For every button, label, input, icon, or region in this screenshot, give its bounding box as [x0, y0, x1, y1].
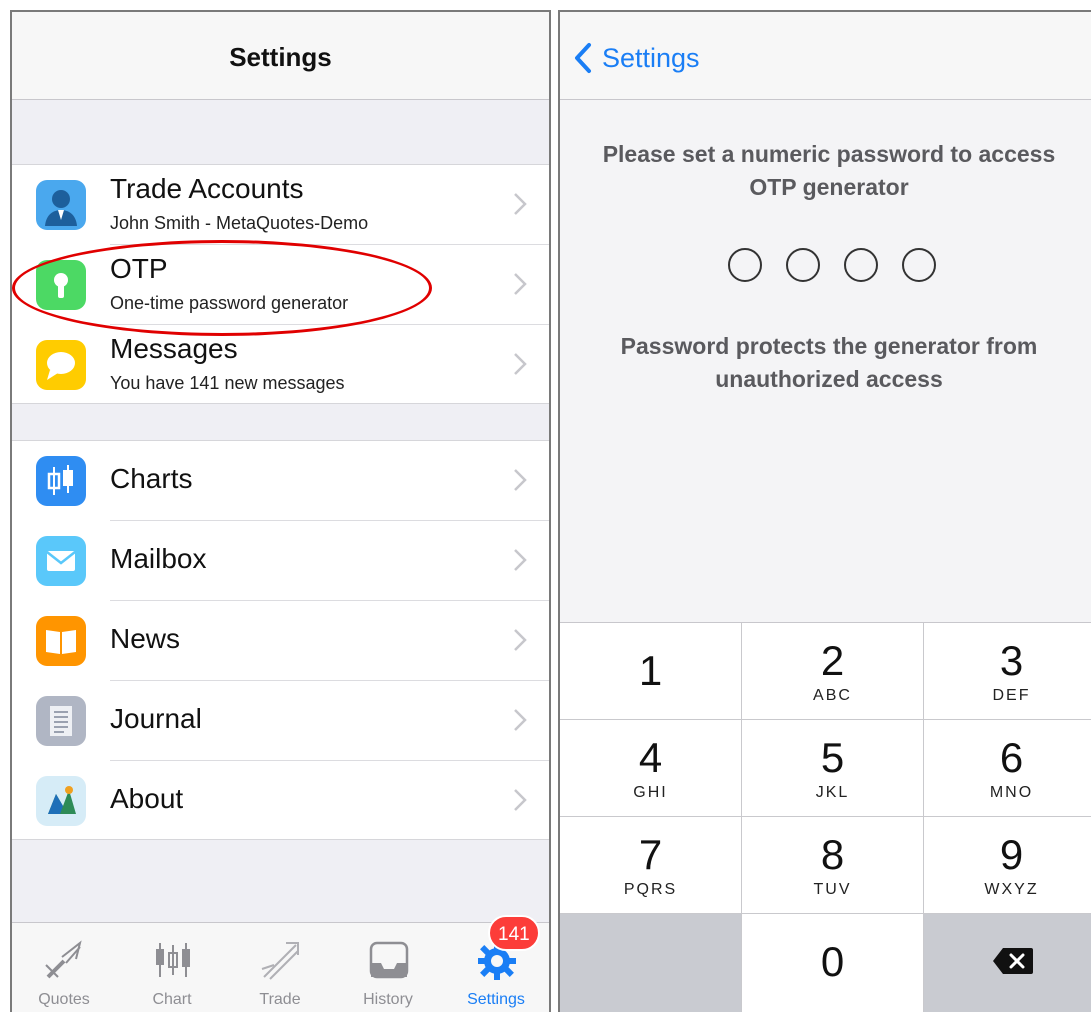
row-subtitle: One-time password generator — [110, 293, 349, 313]
passcode-dot — [902, 248, 936, 282]
key-9[interactable]: 9 WXYZ — [924, 817, 1091, 914]
row-title: News — [110, 623, 181, 654]
row-title: About — [110, 783, 184, 814]
nav-bar: Settings — [12, 12, 549, 100]
back-label: Settings — [602, 42, 700, 73]
key-blank — [560, 914, 742, 1012]
inbox-tray-icon — [369, 941, 409, 979]
row-subtitle: John Smith - MetaQuotes-Demo — [110, 213, 369, 233]
settings-row-mailbox[interactable]: Mailbox — [12, 521, 549, 601]
key-8[interactable]: 8 TUV — [742, 817, 924, 914]
quotes-arrows-icon — [45, 940, 82, 979]
account-group: Trade Accounts John Smith - MetaQuotes-D… — [12, 164, 549, 404]
row-title: Messages — [110, 333, 238, 364]
document-icon — [36, 696, 86, 746]
passcode-dots — [728, 248, 936, 282]
otp-password-screen: Settings Please set a numeric password t… — [558, 10, 1091, 1012]
settings-row-messages[interactable]: Messages You have 141 new messages — [12, 325, 549, 405]
tab-quotes[interactable]: Quotes — [14, 923, 114, 1012]
candlestick-icon — [156, 943, 190, 977]
settings-row-news[interactable]: News — [12, 601, 549, 681]
envelope-icon — [36, 536, 86, 586]
row-title: Journal — [110, 703, 202, 734]
tab-label: History — [363, 991, 413, 1008]
tab-chart[interactable]: Chart — [122, 923, 222, 1012]
tab-label: Settings — [467, 991, 525, 1008]
speech-bubble-icon — [36, 340, 86, 390]
chevron-right-icon — [514, 629, 527, 651]
password-prompt: Please set a numeric password to access … — [602, 141, 1056, 200]
trend-arrow-icon — [261, 942, 299, 980]
row-title: OTP — [110, 253, 168, 284]
passcode-dot — [786, 248, 820, 282]
settings-row-journal[interactable]: Journal — [12, 681, 549, 761]
row-title: Charts — [110, 463, 193, 494]
key-1[interactable]: 1 — [560, 623, 742, 720]
tab-history[interactable]: History — [338, 923, 438, 1012]
person-icon — [36, 180, 86, 230]
tab-bar: Quotes Chart Trade History Settings — [12, 922, 549, 1012]
delete-key[interactable] — [924, 914, 1091, 1012]
settings-row-about[interactable]: About — [12, 761, 549, 841]
tab-label: Chart — [152, 991, 192, 1008]
key-3[interactable]: 3 DEF — [924, 623, 1091, 720]
key-6[interactable]: 6 MNO — [924, 720, 1091, 817]
chevron-right-icon — [514, 709, 527, 731]
chevron-right-icon — [514, 789, 527, 811]
settings-row-otp[interactable]: OTP One-time password generator — [12, 245, 549, 325]
chevron-right-icon — [514, 353, 527, 375]
metatrader-logo-icon — [36, 776, 86, 826]
passcode-dot — [844, 248, 878, 282]
settings-screen: Settings Trade Accounts John Smith - Met… — [10, 10, 551, 1012]
row-title: Trade Accounts — [110, 173, 304, 204]
row-title: Mailbox — [110, 543, 207, 574]
key-5[interactable]: 5 JKL — [742, 720, 924, 817]
chevron-right-icon — [514, 549, 527, 571]
book-icon — [36, 616, 86, 666]
notification-badge: 141 — [488, 915, 540, 951]
tools-group: Charts Mailbox News Journal About — [12, 440, 549, 840]
chevron-right-icon — [514, 469, 527, 491]
passcode-dot — [728, 248, 762, 282]
row-subtitle: You have 141 new messages — [110, 373, 345, 393]
nav-bar: Settings — [560, 12, 1091, 100]
page-title: Settings — [229, 42, 332, 72]
key-2[interactable]: 2 ABC — [742, 623, 924, 720]
numeric-keypad: 1 2 ABC 3 DEF 4 GHI 5 JKL 6 MNO 7 PQRS 8… — [560, 622, 1091, 1012]
back-button[interactable]: Settings — [574, 40, 700, 76]
key-4[interactable]: 4 GHI — [560, 720, 742, 817]
settings-row-charts[interactable]: Charts — [12, 441, 549, 521]
backspace-icon — [993, 948, 1033, 974]
tab-label: Trade — [259, 991, 301, 1008]
candlestick-icon — [36, 456, 86, 506]
tab-label: Quotes — [38, 991, 90, 1008]
key-7[interactable]: 7 PQRS — [560, 817, 742, 914]
keyhole-icon — [36, 260, 86, 310]
chevron-left-icon — [575, 43, 591, 73]
chevron-right-icon — [514, 193, 527, 215]
chevron-right-icon — [514, 273, 527, 295]
tab-trade[interactable]: Trade — [230, 923, 330, 1012]
settings-row-trade-accounts[interactable]: Trade Accounts John Smith - MetaQuotes-D… — [12, 165, 549, 245]
password-info: Password protects the generator from una… — [620, 333, 1038, 392]
key-0[interactable]: 0 — [742, 914, 924, 1012]
